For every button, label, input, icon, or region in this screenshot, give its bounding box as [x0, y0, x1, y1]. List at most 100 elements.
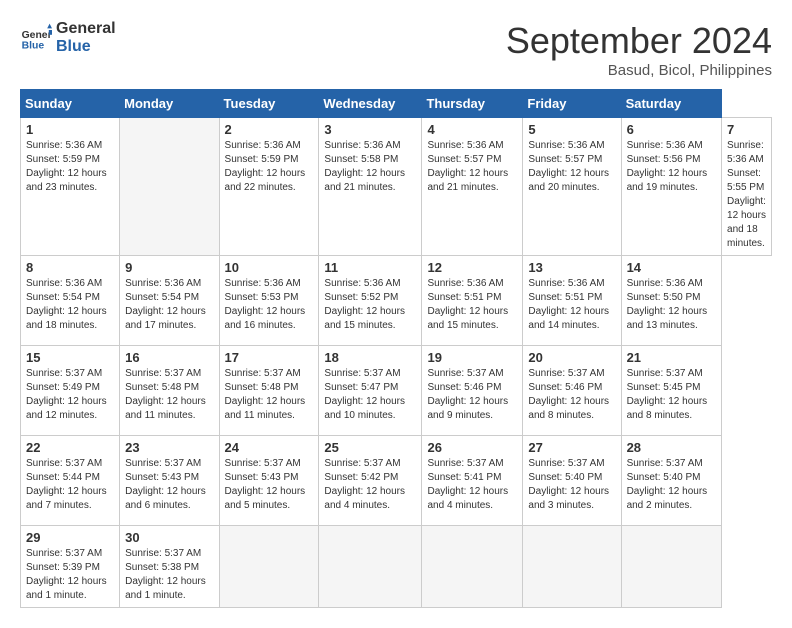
header-row: SundayMondayTuesdayWednesdayThursdayFrid…	[21, 90, 772, 118]
calendar-day: 21 Sunrise: 5:37 AM Sunset: 5:45 PM Dayli…	[621, 346, 721, 436]
day-number: 23	[125, 440, 213, 455]
col-header-tuesday: Tuesday	[219, 90, 319, 118]
day-info: Sunrise: 5:36 AM Sunset: 5:59 PM Dayligh…	[225, 139, 314, 195]
calendar-day: 10Sunrise: 5:36 AM Sunset: 5:53 PM Dayli…	[219, 256, 319, 346]
day-number: 5	[528, 122, 615, 137]
calendar-day	[523, 526, 621, 608]
calendar-day	[621, 526, 721, 608]
calendar-day: 17 Sunrise: 5:37 AM Sunset: 5:48 PM Dayli…	[219, 346, 319, 436]
day-number: 20	[528, 350, 615, 365]
day-info: Sunrise: 5:36 AM Sunset: 5:55 PM Dayligh…	[727, 139, 766, 251]
day-number: 8	[26, 260, 114, 275]
day-number: 9	[125, 260, 213, 275]
day-info: Sunrise: 5:36 AM Sunset: 5:51 PM Dayligh…	[427, 277, 517, 333]
calendar-day: 29Sunrise: 5:37 AM Sunset: 5:39 PM Dayli…	[21, 526, 120, 608]
svg-text:General: General	[22, 30, 52, 41]
day-info: Sunrise: 5:36 AM Sunset: 5:57 PM Dayligh…	[427, 139, 517, 195]
calendar-day: 16 Sunrise: 5:37 AM Sunset: 5:48 PM Dayli…	[120, 346, 219, 436]
day-info: Sunrise: 5:37 AM Sunset: 5:49 PM Dayligh…	[26, 367, 114, 423]
day-number: 18	[324, 350, 416, 365]
day-info: Sunrise: 5:37 AM Sunset: 5:48 PM Dayligh…	[125, 367, 213, 423]
day-info: Sunrise: 5:36 AM Sunset: 5:59 PM Dayligh…	[26, 139, 114, 195]
day-number: 14	[627, 260, 716, 275]
day-number: 6	[627, 122, 716, 137]
day-info: Sunrise: 5:37 AM Sunset: 5:41 PM Dayligh…	[427, 457, 517, 513]
day-info: Sunrise: 5:37 AM Sunset: 5:43 PM Dayligh…	[125, 457, 213, 513]
calendar-day: 12 Sunrise: 5:36 AM Sunset: 5:51 PM Dayli…	[422, 256, 523, 346]
logo-icon: General Blue	[20, 22, 52, 54]
day-info: Sunrise: 5:37 AM Sunset: 5:45 PM Dayligh…	[627, 367, 716, 423]
calendar-day: 11 Sunrise: 5:36 AM Sunset: 5:52 PM Dayli…	[319, 256, 422, 346]
calendar-day: 24Sunrise: 5:37 AM Sunset: 5:43 PM Dayli…	[219, 436, 319, 526]
title-block: September 2024 Basud, Bicol, Philippines	[506, 20, 772, 79]
day-number: 27	[528, 440, 615, 455]
day-number: 7	[727, 122, 766, 137]
location: Basud, Bicol, Philippines	[506, 62, 772, 79]
day-number: 15	[26, 350, 114, 365]
calendar-day: 8 Sunrise: 5:36 AM Sunset: 5:54 PM Daylig…	[21, 256, 120, 346]
day-info: Sunrise: 5:37 AM Sunset: 5:47 PM Dayligh…	[324, 367, 416, 423]
day-number: 3	[324, 122, 416, 137]
day-info: Sunrise: 5:37 AM Sunset: 5:40 PM Dayligh…	[627, 457, 716, 513]
logo: General Blue General Blue	[20, 20, 116, 55]
day-number: 17	[225, 350, 314, 365]
calendar-day: 13 Sunrise: 5:36 AM Sunset: 5:51 PM Dayli…	[523, 256, 621, 346]
calendar-day: 19 Sunrise: 5:37 AM Sunset: 5:46 PM Dayli…	[422, 346, 523, 436]
day-info: Sunrise: 5:36 AM Sunset: 5:50 PM Dayligh…	[627, 277, 716, 333]
calendar-day: 2Sunrise: 5:36 AM Sunset: 5:59 PM Daylig…	[219, 118, 319, 256]
day-number: 25	[324, 440, 416, 455]
calendar-day: 6 Sunrise: 5:36 AM Sunset: 5:56 PM Daylig…	[621, 118, 721, 256]
col-header-saturday: Saturday	[621, 90, 721, 118]
day-number: 26	[427, 440, 517, 455]
week-row: 8 Sunrise: 5:36 AM Sunset: 5:54 PM Daylig…	[21, 256, 772, 346]
calendar-day: 4 Sunrise: 5:36 AM Sunset: 5:57 PM Daylig…	[422, 118, 523, 256]
day-number: 12	[427, 260, 517, 275]
calendar-day: 27Sunrise: 5:37 AM Sunset: 5:40 PM Dayli…	[523, 436, 621, 526]
week-row: 1Sunrise: 5:36 AM Sunset: 5:59 PM Daylig…	[21, 118, 772, 256]
calendar-day: 5Sunrise: 5:36 AM Sunset: 5:57 PM Daylig…	[523, 118, 621, 256]
day-number: 11	[324, 260, 416, 275]
day-number: 29	[26, 530, 114, 545]
calendar-day	[422, 526, 523, 608]
day-number: 19	[427, 350, 517, 365]
week-row: 22Sunrise: 5:37 AM Sunset: 5:44 PM Dayli…	[21, 436, 772, 526]
day-number: 13	[528, 260, 615, 275]
day-number: 4	[427, 122, 517, 137]
day-info: Sunrise: 5:36 AM Sunset: 5:51 PM Dayligh…	[528, 277, 615, 333]
calendar-day: 22Sunrise: 5:37 AM Sunset: 5:44 PM Dayli…	[21, 436, 120, 526]
calendar-day: 20 Sunrise: 5:37 AM Sunset: 5:46 PM Dayli…	[523, 346, 621, 436]
logo-blue: Blue	[56, 38, 116, 56]
day-info: Sunrise: 5:37 AM Sunset: 5:46 PM Dayligh…	[427, 367, 517, 423]
day-number: 16	[125, 350, 213, 365]
week-row: 29Sunrise: 5:37 AM Sunset: 5:39 PM Dayli…	[21, 526, 772, 608]
day-info: Sunrise: 5:36 AM Sunset: 5:54 PM Dayligh…	[26, 277, 114, 333]
calendar-day: 14 Sunrise: 5:36 AM Sunset: 5:50 PM Dayli…	[621, 256, 721, 346]
day-info: Sunrise: 5:37 AM Sunset: 5:38 PM Dayligh…	[125, 547, 213, 603]
col-header-thursday: Thursday	[422, 90, 523, 118]
calendar-day: 30 Sunrise: 5:37 AM Sunset: 5:38 PM Dayli…	[120, 526, 219, 608]
calendar-day: 9Sunrise: 5:36 AM Sunset: 5:54 PM Daylig…	[120, 256, 219, 346]
col-header-monday: Monday	[120, 90, 219, 118]
day-number: 30	[125, 530, 213, 545]
day-info: Sunrise: 5:37 AM Sunset: 5:43 PM Dayligh…	[225, 457, 314, 513]
day-number: 28	[627, 440, 716, 455]
logo-general: General	[56, 20, 116, 38]
calendar-day	[120, 118, 219, 256]
svg-text:Blue: Blue	[22, 40, 45, 51]
day-info: Sunrise: 5:37 AM Sunset: 5:44 PM Dayligh…	[26, 457, 114, 513]
day-info: Sunrise: 5:36 AM Sunset: 5:56 PM Dayligh…	[627, 139, 716, 195]
day-info: Sunrise: 5:36 AM Sunset: 5:52 PM Dayligh…	[324, 277, 416, 333]
col-header-friday: Friday	[523, 90, 621, 118]
calendar-day	[219, 526, 319, 608]
day-number: 21	[627, 350, 716, 365]
calendar-day: 18 Sunrise: 5:37 AM Sunset: 5:47 PM Dayli…	[319, 346, 422, 436]
calendar-day: 26 Sunrise: 5:37 AM Sunset: 5:41 PM Dayli…	[422, 436, 523, 526]
calendar-day: 15 Sunrise: 5:37 AM Sunset: 5:49 PM Dayli…	[21, 346, 120, 436]
month-title: September 2024	[506, 20, 772, 62]
calendar-day	[319, 526, 422, 608]
calendar-day: 23 Sunrise: 5:37 AM Sunset: 5:43 PM Dayli…	[120, 436, 219, 526]
week-row: 15 Sunrise: 5:37 AM Sunset: 5:49 PM Dayli…	[21, 346, 772, 436]
day-info: Sunrise: 5:37 AM Sunset: 5:48 PM Dayligh…	[225, 367, 314, 423]
day-info: Sunrise: 5:37 AM Sunset: 5:46 PM Dayligh…	[528, 367, 615, 423]
day-info: Sunrise: 5:36 AM Sunset: 5:58 PM Dayligh…	[324, 139, 416, 195]
